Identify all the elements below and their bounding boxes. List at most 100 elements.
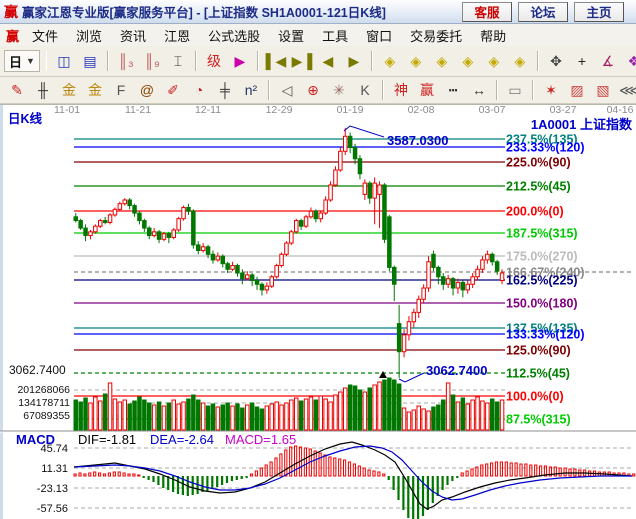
candlestick [397, 324, 401, 352]
candlestick [495, 262, 499, 271]
volume-bar [295, 398, 299, 430]
n2-icon[interactable]: n² [239, 79, 263, 102]
span-arrow-icon[interactable]: ↔ [467, 79, 491, 102]
volume-bar [201, 403, 205, 430]
candlestick [437, 267, 441, 276]
paint-pen-icon[interactable]: ✐ [161, 79, 185, 102]
volume-bar [397, 384, 401, 430]
candlestick [486, 254, 490, 260]
menu-item-trade[interactable]: 交易委托 [401, 24, 471, 47]
macd-hist-bar-positive [275, 458, 277, 476]
gann-wheel-icon[interactable]: ❖ [622, 50, 636, 73]
volume-bar [451, 395, 455, 430]
macd-hist-bar-positive [108, 473, 110, 476]
volume-bar [388, 378, 392, 430]
draw-pen-icon[interactable]: ✎ [5, 79, 29, 102]
nav-prev-icon[interactable]: ◀ [316, 50, 340, 73]
symbol-label: 1A0001 上证指数 [531, 117, 633, 132]
toolbar-separator [371, 51, 373, 71]
angle-rays-icon[interactable]: ⋘ [617, 79, 636, 102]
angle-mirror-icon[interactable]: ◁ [275, 79, 299, 102]
gann-grid-icon[interactable]: ╫ [31, 79, 55, 102]
shen-grid-icon[interactable]: 神 [389, 79, 413, 102]
candlestick [407, 322, 411, 335]
ying-grid-icon[interactable]: 赢 [415, 79, 439, 102]
candle-style-icon[interactable]: ⌶ [166, 50, 190, 73]
menu-item-help[interactable]: 帮助 [471, 24, 515, 47]
crosshair-tool-icon[interactable]: + [570, 50, 594, 73]
k-quote-icon[interactable]: K [353, 79, 377, 102]
menu-item-tools[interactable]: 工具 [313, 24, 357, 47]
macd-hist-bar-positive [535, 465, 537, 476]
volume-bar [339, 392, 343, 430]
nav-next-icon[interactable]: ▶ [342, 50, 366, 73]
menu-bar: 赢 文件浏览资讯江恩公式选股设置工具窗口交易委托帮助 [0, 24, 636, 47]
nav-last-icon[interactable]: ▶▐ [290, 50, 314, 73]
candlestick [138, 213, 142, 220]
volume-bar [402, 408, 406, 430]
macd-hist-bar-positive [363, 468, 365, 476]
candlestick [383, 185, 387, 239]
volume-3-icon[interactable]: ║₃ [114, 50, 138, 73]
menu-item-window[interactable]: 窗口 [357, 24, 401, 47]
candlestick [226, 264, 230, 270]
volume-bar [260, 409, 264, 430]
volume-bar [329, 402, 333, 430]
candlestick [491, 254, 495, 261]
candlestick [177, 219, 181, 230]
volume-bar [348, 385, 352, 430]
menu-item-news[interactable]: 资讯 [111, 24, 155, 47]
menu-item-browse[interactable]: 浏览 [67, 24, 111, 47]
ruler-grid-icon[interactable]: ╪ [213, 79, 237, 102]
menu-item-settings[interactable]: 设置 [269, 24, 313, 47]
hand-tool-icon[interactable]: ✥ [544, 50, 568, 73]
quote-list-icon[interactable]: ▤ [78, 50, 102, 73]
spiral-icon[interactable]: @ [135, 79, 159, 102]
diamond-arrow-ud-icon[interactable]: ◈ [456, 50, 480, 73]
color-kline-icon[interactable]: ▶ [228, 50, 252, 73]
web-icon[interactable]: ✳ [327, 79, 351, 102]
diamond-arrow-all-icon[interactable]: ◈ [482, 50, 506, 73]
menu-item-formula-pick[interactable]: 公式选股 [199, 24, 269, 47]
nav-first-icon[interactable]: ▌◀ [264, 50, 288, 73]
shaded-fan-icon[interactable]: ▨ [565, 79, 589, 102]
diamond-arrow-right-icon[interactable]: ◈ [404, 50, 428, 73]
f-grid-icon[interactable]: F [109, 79, 133, 102]
macd-hist-bar-negative [221, 476, 223, 485]
home-button[interactable]: 主页 [574, 2, 624, 22]
date-tick-label: 03-27 [550, 104, 577, 116]
diamond-arrow-left-icon[interactable]: ◈ [378, 50, 402, 73]
macd-hist-bar-positive [285, 450, 287, 476]
stock-select-icon[interactable]: 级 [202, 50, 226, 73]
forum-button[interactable]: 论坛 [518, 2, 568, 22]
menu-item-gann[interactable]: 江恩 [155, 24, 199, 47]
shaded-fan2-icon[interactable]: ▧ [591, 79, 615, 102]
volume-bar [250, 403, 254, 430]
menu-item-file[interactable]: 文件 [23, 24, 67, 47]
diamond-arrow-cross-icon[interactable]: ◈ [508, 50, 532, 73]
time-cycle-icon[interactable]: ◔ [187, 79, 211, 102]
titlebar-buttons: 客服论坛主页 [462, 2, 632, 22]
gold-square-icon[interactable]: 金 [83, 79, 107, 102]
volume-9-icon[interactable]: ║₉ [140, 50, 164, 73]
toolbar-separator [532, 80, 534, 100]
candlestick [79, 221, 83, 228]
gann-level-label: 100.0%(0) [506, 390, 564, 404]
box-select-icon[interactable]: ▭ [503, 79, 527, 102]
angle-tool-icon[interactable]: ∡ [596, 50, 620, 73]
customer-service-button[interactable]: 客服 [462, 2, 512, 22]
ray-fan-icon[interactable]: ✶ [539, 79, 563, 102]
candlestick [270, 277, 274, 286]
ruler-123-icon[interactable]: ┅ [441, 79, 465, 102]
kline-chart-canvas[interactable]: 11-0111-2112-1112-2901-1902-0803-0703-27… [0, 104, 636, 519]
gold-grid-icon[interactable]: 金 [57, 79, 81, 102]
macd-hist-bar-positive [481, 465, 483, 476]
target-circle-icon[interactable]: ⊕ [301, 79, 325, 102]
volume-bar [113, 399, 117, 430]
network-chart-icon[interactable]: ◫ [52, 50, 76, 73]
macd-hist-bar-negative [216, 476, 218, 487]
diamond-arrow-lr-icon[interactable]: ◈ [430, 50, 454, 73]
period-selector[interactable]: 日 ▼ [4, 50, 40, 72]
macd-hist-bar-positive [491, 463, 493, 476]
macd-hist-bar-positive [510, 463, 512, 476]
